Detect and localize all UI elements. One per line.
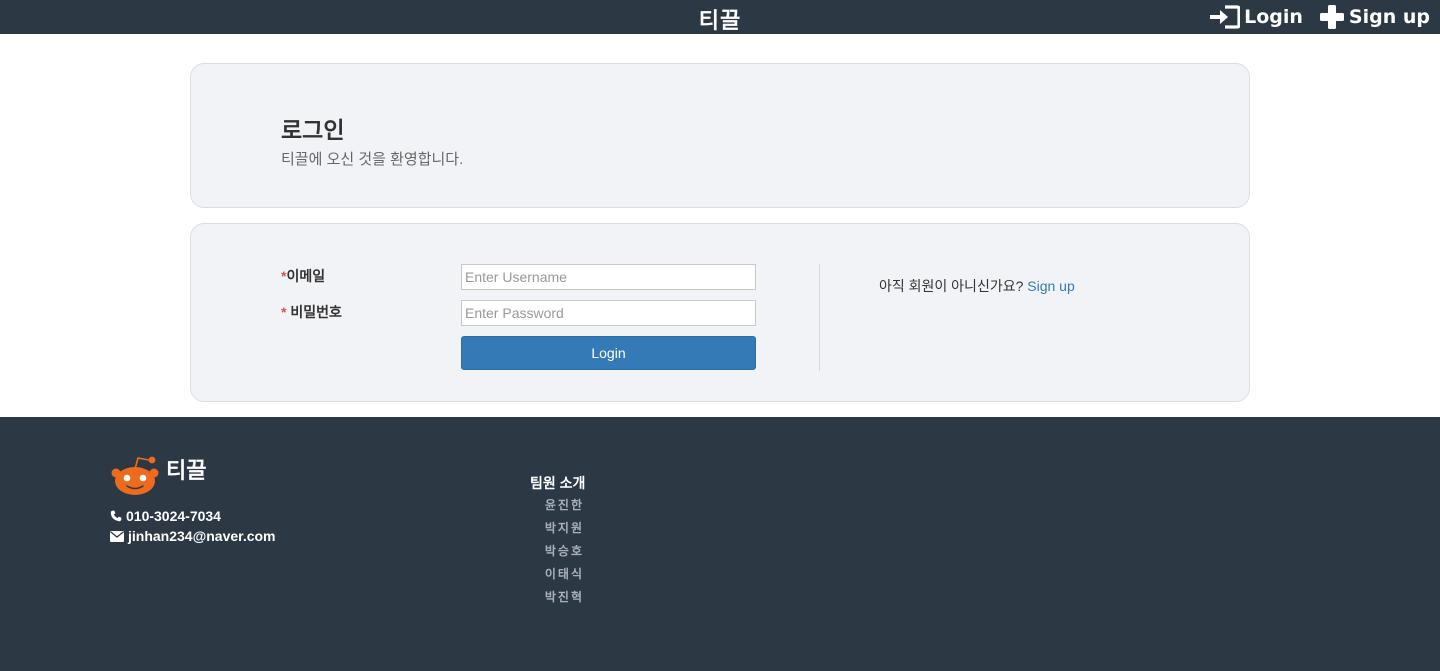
team-member-item: 윤진한 <box>544 498 584 512</box>
required-asterisk: * <box>281 304 291 320</box>
footer-phone: 010-3024-7034 <box>110 508 221 524</box>
nav-login-label: Login <box>1244 6 1303 28</box>
nav-login-link[interactable]: Login <box>1210 5 1303 29</box>
password-label: * 비밀번호 <box>281 302 342 322</box>
plus-icon <box>1319 5 1344 29</box>
nav-signup-label: Sign up <box>1348 6 1430 28</box>
signup-prompt-text: 아직 회원이 아니신가요? <box>879 278 1024 294</box>
email-label-text: 이메일 <box>286 268 326 284</box>
page-header-panel: 로그인 티끌에 오신 것을 환영합니다. <box>190 63 1250 208</box>
nav-signup-link[interactable]: Sign up <box>1319 4 1430 30</box>
signup-link[interactable]: Sign up <box>1027 278 1074 294</box>
page-title: 로그인 <box>281 117 345 143</box>
nav-right-links: Login Sign up <box>1210 3 1430 31</box>
alien-mascot-logo <box>111 456 159 495</box>
envelope-icon <box>110 530 124 542</box>
email-input[interactable] <box>461 264 756 290</box>
team-member-item: 이태식 <box>544 567 584 581</box>
email-address: jinhan234@naver.com <box>128 528 276 544</box>
top-navbar: 티끌 Login Sign up <box>0 0 1440 34</box>
footer-email: jinhan234@naver.com <box>110 528 276 544</box>
team-member-item: 박진혁 <box>544 590 584 604</box>
footer: 티끌 010-3024-7034 jinhan234@naver.com 팀원 … <box>0 417 1440 671</box>
login-form-panel: *이메일 * 비밀번호 Login 아직 회원이 아니신가요? Sign up <box>190 223 1250 402</box>
password-input[interactable] <box>461 300 756 326</box>
vertical-divider <box>819 264 820 371</box>
password-label-text: 비밀번호 <box>290 304 342 320</box>
email-label: *이메일 <box>281 266 325 286</box>
team-title: 팀원 소개 <box>530 475 586 491</box>
team-member-list: 윤진한 박지원 박승호 이태식 박진혁 <box>530 497 584 612</box>
footer-logo: 티끌 <box>110 455 206 497</box>
phone-icon <box>110 510 122 522</box>
page-subtitle: 티끌에 오신 것을 환영합니다. <box>281 151 464 168</box>
signup-prompt: 아직 회원이 아니신가요? Sign up <box>879 276 1075 296</box>
sign-in-icon <box>1210 5 1241 29</box>
team-member-item: 박지원 <box>544 521 584 535</box>
phone-number: 010-3024-7034 <box>126 508 221 524</box>
login-button[interactable]: Login <box>461 336 756 370</box>
footer-logo-text: 티끌 <box>166 459 207 484</box>
team-member-item: 박승호 <box>544 544 584 558</box>
